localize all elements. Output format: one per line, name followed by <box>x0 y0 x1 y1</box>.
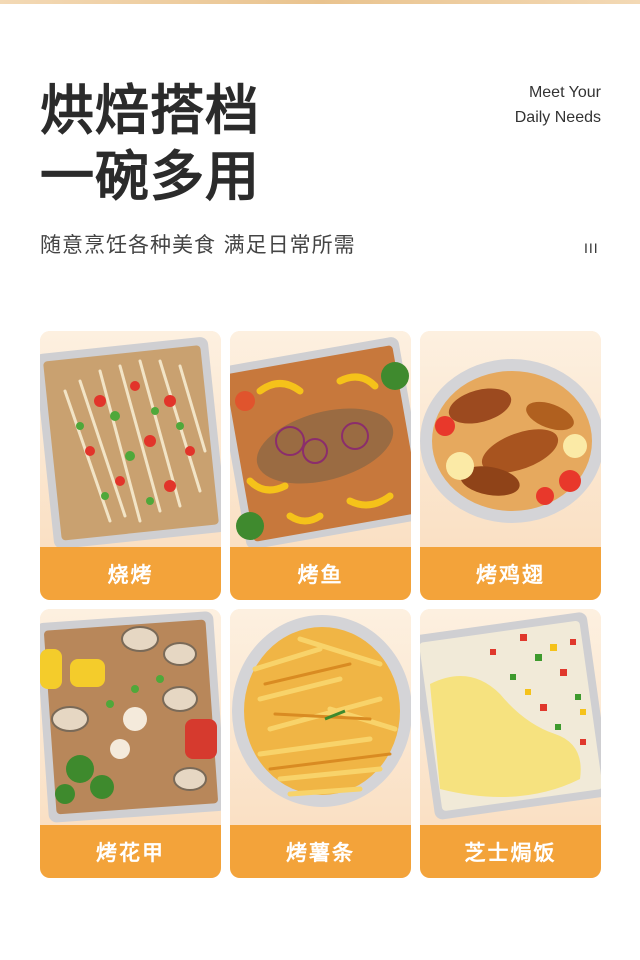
food-card-label: 烤鸡翅 <box>420 547 601 600</box>
food-card-label: 芝士焗饭 <box>420 825 601 878</box>
title-line-1: 烘焙搭档 <box>40 79 260 142</box>
english-tagline-line-2: Daily Needs <box>514 109 601 126</box>
grilled-enoki-photo <box>40 331 221 547</box>
food-card-fries[interactable]: 烤薯条 <box>230 609 411 878</box>
grilled-fish-photo <box>230 331 411 547</box>
food-card-label: 烤鱼 <box>230 547 411 600</box>
food-card-grilled-fish[interactable]: 烤鱼 <box>230 331 411 600</box>
chicken-wings-photo <box>420 331 601 547</box>
food-card-chicken-wings[interactable]: 烤鸡翅 <box>420 331 601 600</box>
english-tagline: Meet Your Daily Needs <box>515 80 601 130</box>
food-card-label: 烧烤 <box>40 547 221 600</box>
grilled-clams-photo <box>40 609 221 825</box>
cheese-baked-rice-photo <box>420 609 601 825</box>
food-card-cheese-rice[interactable]: 芝士焗饭 <box>420 609 601 878</box>
food-card-clams[interactable]: 烤花甲 <box>40 609 221 878</box>
decor-bars: III <box>584 240 599 256</box>
food-card-bbq[interactable]: 烧烤 <box>40 331 221 600</box>
french-fries-photo <box>230 609 411 825</box>
english-tagline-line-1: Meet Your <box>528 84 601 101</box>
page-subtitle: 随意烹饪各种美食 满足日常所需 <box>40 233 356 257</box>
page-title: 烘焙搭档 一碗多用 <box>40 78 260 210</box>
top-decor-rule <box>0 0 640 4</box>
title-line-2: 一碗多用 <box>40 145 260 208</box>
food-card-label: 烤花甲 <box>40 825 221 878</box>
food-card-label: 烤薯条 <box>230 825 411 878</box>
